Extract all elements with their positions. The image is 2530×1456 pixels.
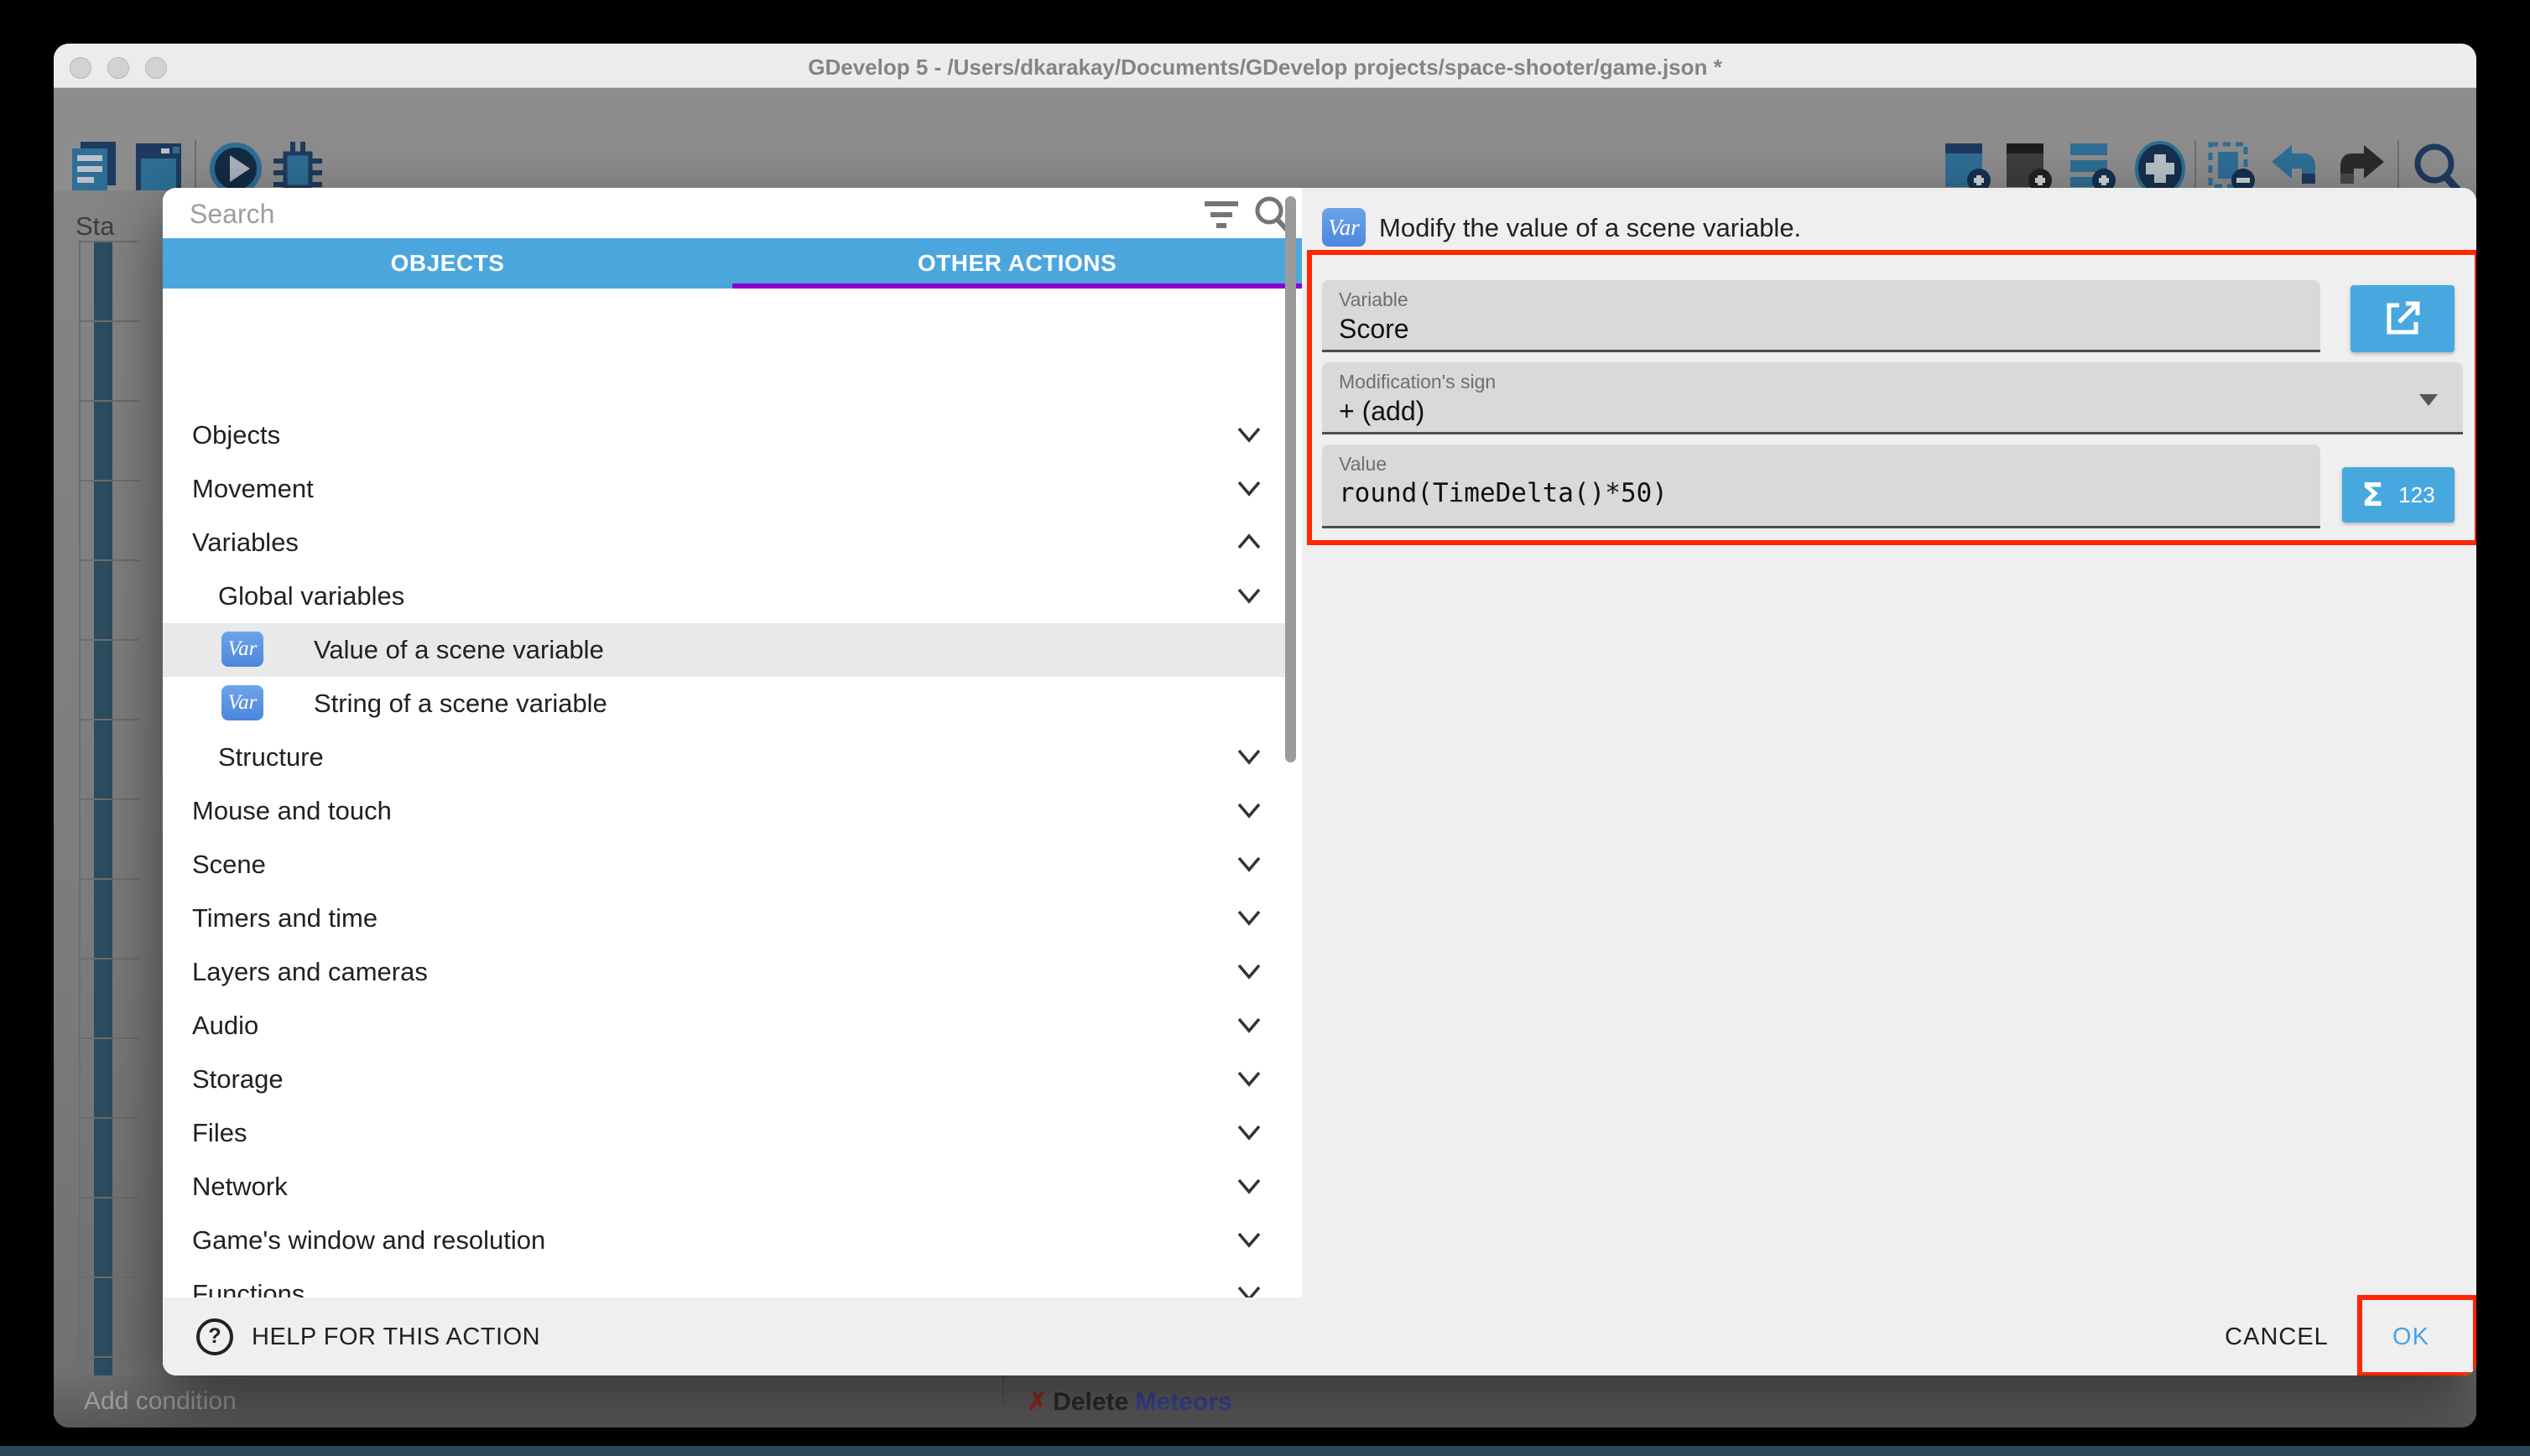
variable-field-value: Score: [1339, 314, 1409, 345]
chevron-down-icon: [1235, 905, 1263, 932]
modification-sign-select[interactable]: Modification's sign + (add): [1322, 362, 2463, 434]
chevron-down-icon: [1235, 583, 1263, 610]
help-button[interactable]: ? HELP FOR THIS ACTION: [196, 1318, 540, 1356]
events-grid-edge: [79, 241, 81, 1381]
list-item-timers-and-time[interactable]: Timers and time: [163, 892, 1285, 945]
chevron-down-icon: [1235, 798, 1263, 824]
chevron-down-icon: [1235, 1120, 1263, 1147]
chevron-down-icon: [1235, 1012, 1263, 1039]
title-bar: GDevelop 5 - /Users/dkarakay/Documents/G…: [54, 44, 2476, 88]
chevron-down-icon: [1235, 851, 1263, 878]
list-item-variables[interactable]: Variables: [163, 516, 1285, 569]
chevron-up-icon: [1235, 529, 1263, 556]
tab-other-actions[interactable]: OTHER ACTIONS: [732, 238, 1302, 289]
filter-icon[interactable]: [1203, 200, 1240, 230]
list-item-value-of-scene-variable[interactable]: Var Value of a scene variable: [163, 623, 1285, 677]
value-field-expression: round(TimeDelta()*50): [1339, 478, 1668, 508]
screen: GDevelop 5 - /Users/dkarakay/Documents/G…: [0, 0, 2530, 1456]
action-title: Modify the value of a scene variable.: [1379, 213, 1801, 243]
ok-button[interactable]: OK: [2369, 1313, 2453, 1361]
list-item-mouse-and-touch[interactable]: Mouse and touch: [163, 784, 1285, 838]
list-item-games-window[interactable]: Game's window and resolution: [163, 1214, 1285, 1267]
main-toolbar: [54, 88, 2476, 190]
dropdown-caret-icon: [2419, 394, 2438, 406]
var-icon: Var: [221, 685, 263, 720]
modification-sign-value: + (add): [1339, 396, 1424, 427]
window-title: GDevelop 5 - /Users/dkarakay/Documents/G…: [54, 55, 2476, 81]
instruction-editor-dialog: OBJECTS OTHER ACTIONS Objects Movement V…: [163, 188, 2476, 1375]
add-condition-link: Add condition: [84, 1387, 237, 1416]
chevron-down-icon: [1235, 1227, 1263, 1254]
var-icon: Var: [221, 632, 263, 667]
events-condition-column: [94, 241, 112, 1381]
cancel-button[interactable]: CANCEL: [2201, 1313, 2352, 1361]
chevron-down-icon: [1235, 744, 1263, 771]
dialog-footer: ? HELP FOR THIS ACTION CANCEL OK: [163, 1297, 2476, 1375]
tab-objects[interactable]: OBJECTS: [163, 238, 732, 289]
chevron-down-icon: [1235, 422, 1263, 449]
instruction-list-panel: OBJECTS OTHER ACTIONS Objects Movement V…: [163, 188, 1302, 1375]
list-item-structure[interactable]: Structure: [163, 731, 1285, 784]
help-label: HELP FOR THIS ACTION: [252, 1323, 540, 1351]
delete-x-icon: ✗: [1027, 1388, 1048, 1416]
list-item-audio[interactable]: Audio: [163, 999, 1285, 1053]
list-item-global-variables[interactable]: Global variables: [163, 569, 1285, 623]
list-item-files[interactable]: Files: [163, 1106, 1285, 1160]
expression-builder-button[interactable]: Σ 123: [2342, 467, 2455, 523]
list-scrollbar-thumb[interactable]: [1285, 196, 1296, 762]
help-icon: ?: [196, 1318, 233, 1355]
screen-bottom-edge: [0, 1446, 2530, 1456]
instruction-groups-list: Objects Movement Variables Global variab…: [163, 289, 1302, 1297]
list-item-storage[interactable]: Storage: [163, 1053, 1285, 1106]
chevron-down-icon: [1235, 476, 1263, 502]
list-item-movement[interactable]: Movement: [163, 462, 1285, 516]
list-item-objects[interactable]: Objects: [163, 408, 1285, 462]
list-item-network[interactable]: Network: [163, 1160, 1285, 1214]
value-field-label: Value: [1339, 453, 1387, 476]
list-item-scene[interactable]: Scene: [163, 838, 1285, 892]
chevron-down-icon: [1235, 1281, 1263, 1297]
sigma-icon: Σ: [2361, 476, 2383, 513]
variable-field[interactable]: Variable Score: [1322, 280, 2320, 352]
open-in-new-icon: [2382, 299, 2423, 339]
variable-field-label: Variable: [1339, 289, 1408, 311]
numeric-badge: 123: [2398, 482, 2434, 508]
chevron-down-icon: [1235, 1173, 1263, 1200]
app-window: GDevelop 5 - /Users/dkarakay/Documents/G…: [54, 44, 2476, 1427]
list-item-functions[interactable]: Functions: [163, 1267, 1285, 1297]
list-item-layers-and-cameras[interactable]: Layers and cameras: [163, 945, 1285, 999]
open-variable-editor-button[interactable]: [2350, 285, 2455, 352]
search-input[interactable]: [188, 193, 1181, 235]
chevron-down-icon: [1235, 959, 1263, 985]
var-icon: Var: [1322, 208, 1366, 247]
value-field[interactable]: Value round(TimeDelta()*50): [1322, 445, 2320, 528]
search-bar: [163, 188, 1302, 238]
parameters-panel: Var Modify the value of a scene variable…: [1302, 188, 2476, 1297]
modification-sign-label: Modification's sign: [1339, 371, 1496, 393]
list-item-string-of-scene-variable[interactable]: Var String of a scene variable: [163, 677, 1285, 731]
chevron-down-icon: [1235, 1066, 1263, 1093]
delete-action-row: ✗Delete Meteors: [1027, 1387, 1232, 1417]
scene-tab-partial: Sta: [75, 211, 115, 242]
